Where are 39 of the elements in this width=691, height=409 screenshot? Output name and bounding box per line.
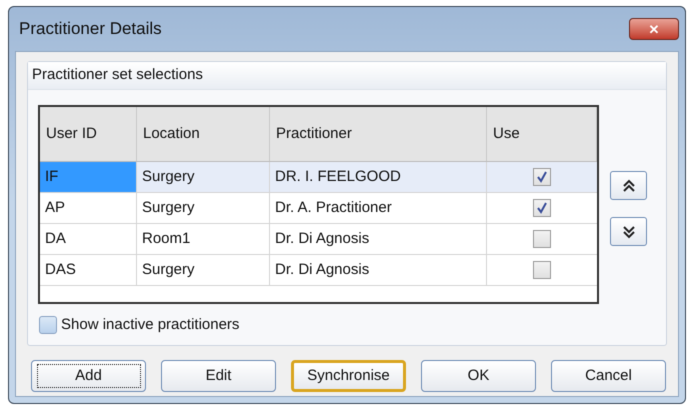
table-row[interactable]: DA Room1 Dr. Di Agnosis [40, 224, 597, 255]
double-chevron-down-icon [622, 224, 636, 238]
table-cell: Dr. Di Agnosis [270, 224, 487, 254]
dialog-button[interactable]: OK [421, 360, 536, 392]
checkmark-icon [536, 202, 548, 214]
table-cell: Dr. A. Practitioner [270, 193, 487, 223]
checkbox[interactable] [533, 261, 551, 279]
table-cell: Dr. Di Agnosis [270, 255, 487, 285]
dialog-button[interactable]: Synchronise [291, 360, 406, 392]
move-down-button[interactable] [610, 217, 647, 246]
table-row[interactable]: DAS Surgery Dr. Di Agnosis [40, 255, 597, 286]
checkmark-icon [536, 171, 548, 183]
window-title: Practitioner Details [19, 18, 162, 40]
table-cell: DA [40, 224, 137, 254]
dialog-button[interactable]: Add [31, 360, 146, 392]
table-cell: AP [40, 193, 137, 223]
move-up-button[interactable] [610, 171, 647, 200]
table-row[interactable]: IF Surgery DR. I. FEELGOOD [40, 162, 597, 193]
group-title: Practitioner set selections [32, 65, 203, 86]
table-cell: Surgery [137, 162, 270, 192]
table-cell: Surgery [137, 255, 270, 285]
table-cell: Surgery [137, 193, 270, 223]
table-cell: IF [40, 162, 137, 192]
table-cell: DAS [40, 255, 137, 285]
column-header[interactable]: User ID [46, 122, 97, 146]
column-header[interactable]: Use [493, 122, 520, 146]
checkbox[interactable] [533, 168, 551, 186]
dialog-button[interactable]: Cancel [551, 360, 666, 392]
checkbox-label: Show inactive practitioners [61, 315, 240, 335]
checkbox[interactable] [533, 199, 551, 217]
column-header[interactable]: Location [143, 122, 200, 146]
checkbox[interactable] [39, 316, 57, 334]
table-cell: Room1 [137, 224, 270, 254]
double-chevron-up-icon [622, 178, 636, 192]
table-cell: DR. I. FEELGOOD [270, 162, 487, 192]
checkbox[interactable] [533, 230, 551, 248]
table-row[interactable]: AP Surgery Dr. A. Practitioner [40, 193, 597, 224]
dialog-button[interactable]: Edit [161, 360, 276, 392]
column-header[interactable]: Practitioner [276, 122, 352, 146]
